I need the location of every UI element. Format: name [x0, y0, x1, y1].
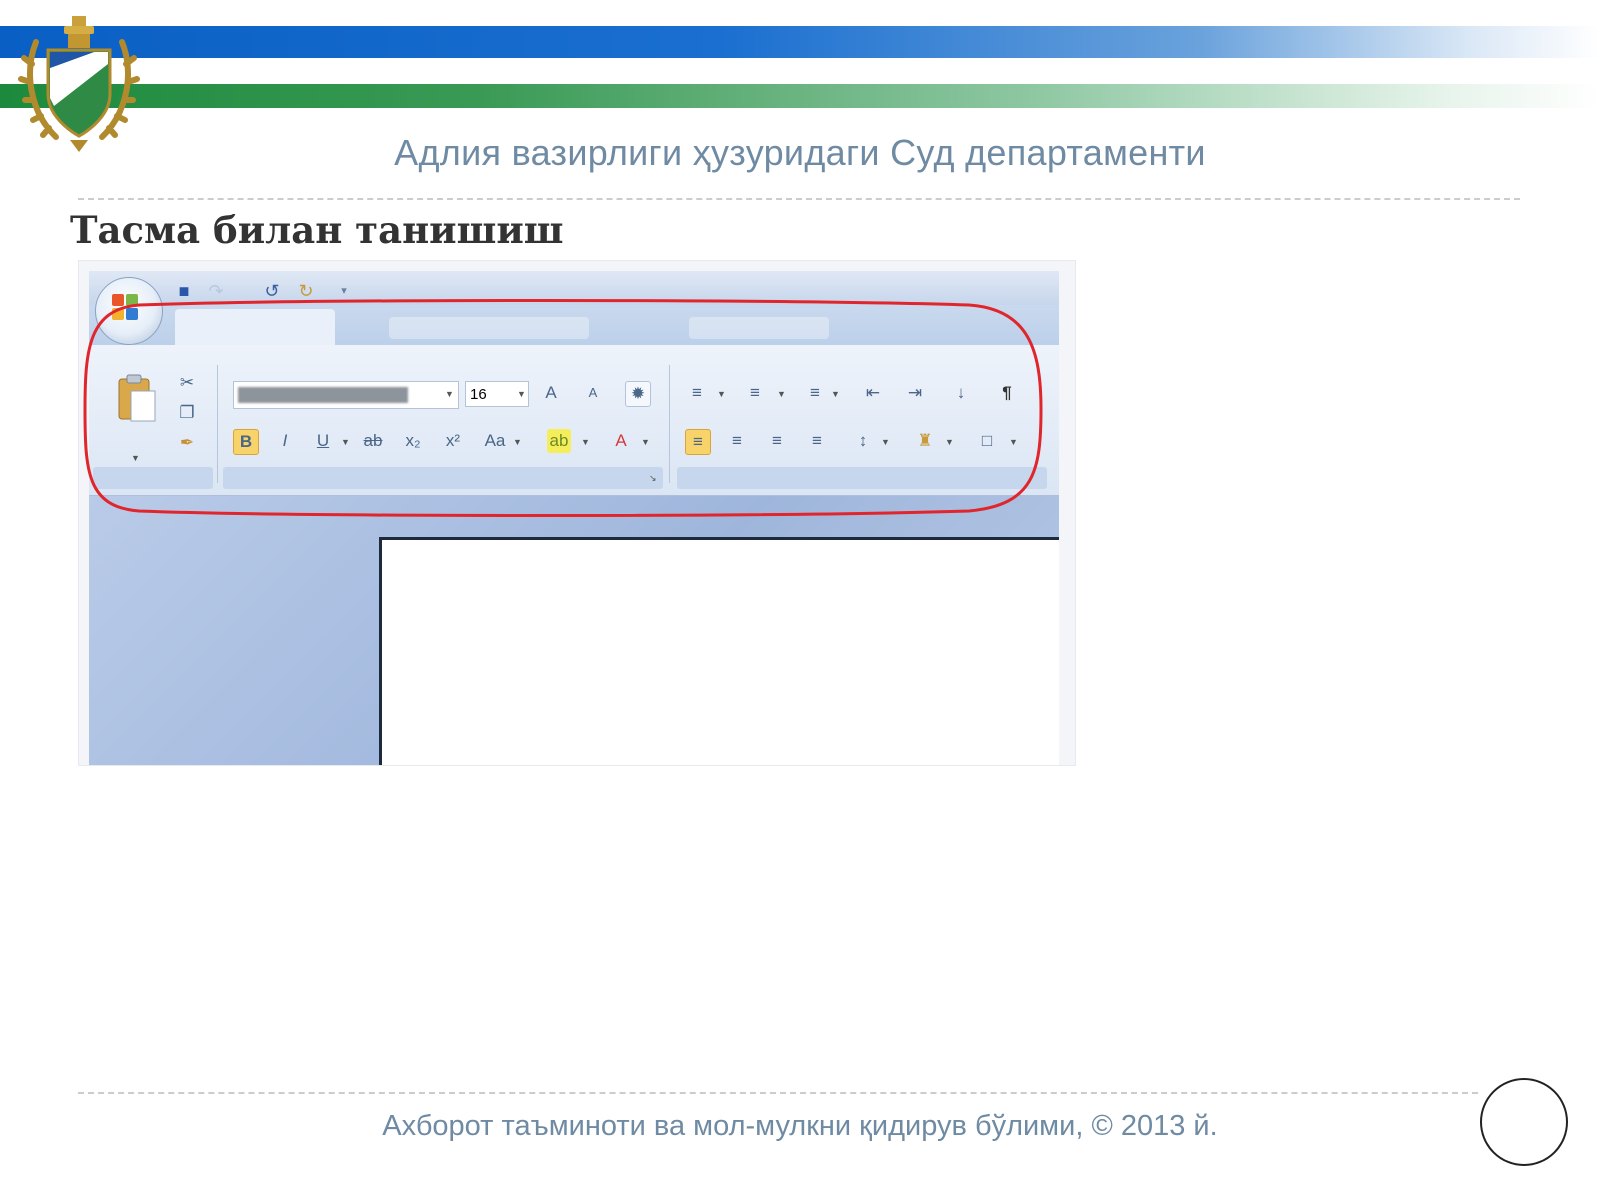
quick-access-toolbar	[89, 271, 1059, 305]
superscript-icon[interactable]: x²	[441, 429, 465, 453]
subscript-icon[interactable]: x₂	[401, 429, 425, 453]
paragraph-group-label	[677, 467, 1047, 489]
paste-icon[interactable]	[113, 371, 159, 427]
increase-indent-icon[interactable]: ⇥	[903, 381, 927, 405]
customize-qat-icon[interactable]: ▾	[333, 281, 355, 301]
strikethrough-icon[interactable]: ab	[361, 429, 385, 453]
office-logo-green	[126, 294, 138, 306]
footer-divider	[78, 1092, 1478, 1094]
shrink-font-icon[interactable]: A	[581, 381, 605, 405]
clipboard-group-label	[93, 467, 213, 489]
justify-icon[interactable]: ≡	[805, 429, 829, 453]
repeat-icon[interactable]: ↻	[295, 281, 317, 301]
bold-icon[interactable]: B	[233, 429, 259, 455]
multilevel-list-icon[interactable]: ≡	[803, 381, 827, 405]
borders-icon[interactable]: □	[975, 429, 999, 453]
undo-icon[interactable]: ↺	[261, 281, 283, 301]
font-name-combobox[interactable]	[233, 381, 459, 409]
slide-title: Тасма билан танишиш	[70, 208, 564, 252]
page-title: Адлия вазирлиги ҳузуридаги Суд департаме…	[394, 132, 1206, 173]
change-case-dropdown-icon[interactable]: ▼	[513, 437, 522, 447]
office-logo-yellow	[112, 308, 124, 320]
font-color-dropdown-icon[interactable]: ▼	[641, 437, 650, 447]
bullets-dropdown-icon[interactable]: ▼	[717, 389, 726, 399]
font-group-label	[223, 467, 663, 489]
font-size-dropdown-icon[interactable]: ▼	[517, 389, 526, 399]
italic-icon[interactable]: I	[273, 429, 297, 453]
header-green-stripe	[0, 84, 1600, 108]
ribbon-screenshot: ■ ↷ ↺ ↻ ▾ ✂ ❐ ✒ ▼ ▼ 16 ▼ A A ✹ B I U ▼ a…	[78, 260, 1076, 766]
copy-icon[interactable]: ❐	[175, 401, 199, 425]
line-spacing-dropdown-icon[interactable]: ▼	[881, 437, 890, 447]
decrease-indent-icon[interactable]: ⇤	[861, 381, 885, 405]
highlight-icon[interactable]: ab	[547, 429, 571, 453]
multilevel-list-dropdown-icon[interactable]: ▼	[831, 389, 840, 399]
redo-disabled-icon: ↷	[208, 281, 224, 301]
font-dialog-launcher-icon[interactable]: ↘	[649, 473, 657, 484]
align-right-icon[interactable]: ≡	[765, 429, 789, 453]
word-window: ■ ↷ ↺ ↻ ▾ ✂ ❐ ✒ ▼ ▼ 16 ▼ A A ✹ B I U ▼ a…	[89, 271, 1059, 765]
line-spacing-icon[interactable]: ↕	[851, 429, 875, 453]
numbering-icon[interactable]: ≡	[743, 381, 767, 405]
sort-icon[interactable]: ↓	[949, 381, 973, 405]
group-separator	[669, 365, 670, 483]
align-left-icon[interactable]: ≡	[685, 429, 711, 455]
borders-dropdown-icon[interactable]: ▼	[1009, 437, 1018, 447]
underline-icon[interactable]: U	[311, 429, 335, 453]
tab-insert[interactable]	[389, 317, 589, 339]
save-icon[interactable]: ■	[173, 281, 195, 301]
underline-dropdown-icon[interactable]: ▼	[341, 437, 350, 447]
office-logo-blue	[126, 308, 138, 320]
office-button-icon[interactable]	[95, 277, 163, 345]
tab-home[interactable]	[175, 309, 335, 345]
document-page[interactable]	[379, 537, 1059, 765]
tab-page-layout[interactable]	[689, 317, 829, 339]
grow-font-icon[interactable]: A	[539, 381, 563, 405]
group-separator	[217, 365, 218, 483]
font-name-value	[238, 387, 408, 403]
shading-dropdown-icon[interactable]: ▼	[945, 437, 954, 447]
clear-formatting-icon[interactable]: ✹	[625, 381, 651, 407]
format-painter-icon[interactable]: ✒	[175, 431, 199, 455]
cut-icon[interactable]: ✂	[175, 371, 199, 395]
bullets-icon[interactable]: ≡	[685, 381, 709, 405]
highlight-dropdown-icon[interactable]: ▼	[581, 437, 590, 447]
numbering-dropdown-icon[interactable]: ▼	[777, 389, 786, 399]
header-divider	[78, 198, 1520, 200]
change-case-icon[interactable]: Aa	[483, 429, 507, 453]
office-logo-red	[112, 294, 124, 306]
font-color-icon[interactable]: A	[609, 429, 633, 453]
footer-text: Ахборот таъминоти ва мол-мулкни қидирув …	[382, 1110, 1218, 1142]
header-blue-stripe	[0, 26, 1600, 58]
align-center-icon[interactable]: ≡	[725, 429, 749, 453]
page-number-circle	[1480, 1078, 1568, 1166]
show-formatting-icon[interactable]: ¶	[995, 381, 1019, 405]
font-name-dropdown-icon[interactable]: ▼	[445, 389, 454, 399]
paste-dropdown-icon[interactable]: ▼	[131, 453, 140, 463]
shading-icon[interactable]: ♜	[913, 429, 937, 453]
